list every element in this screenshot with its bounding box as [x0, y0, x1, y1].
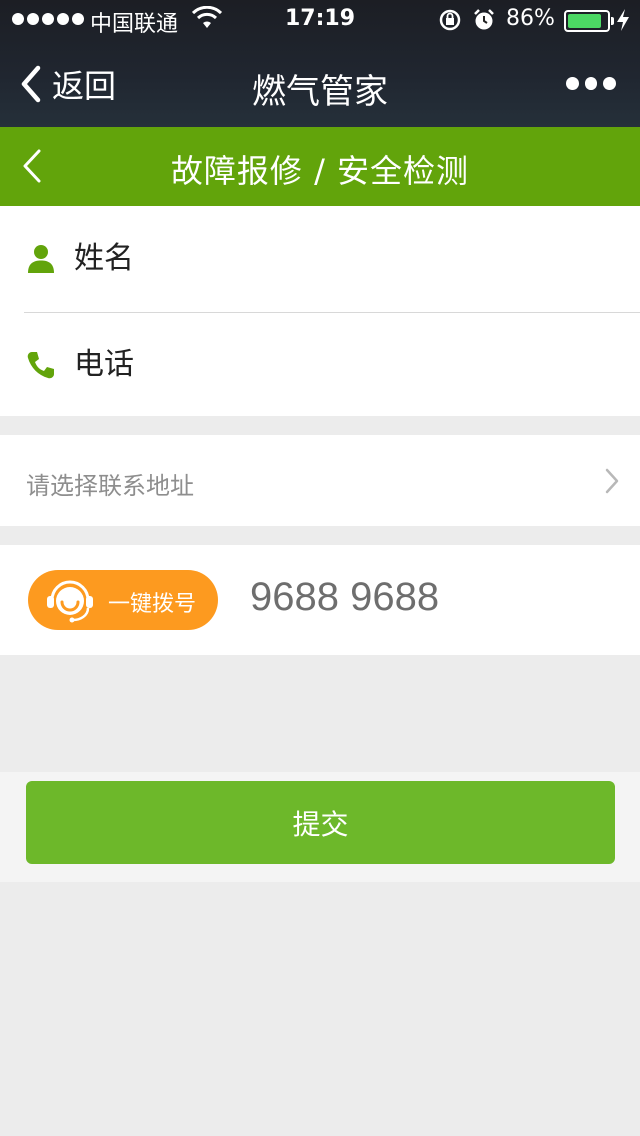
hotline-card: 一键拨号 9688 9688: [0, 545, 640, 655]
address-placeholder: 请选择联系地址: [26, 472, 194, 500]
one-tap-call-button[interactable]: 一键拨号: [28, 570, 218, 630]
name-input[interactable]: [74, 228, 614, 289]
chevron-right-icon: [605, 468, 619, 494]
app-title: 燃气管家: [252, 72, 388, 112]
top-bar: 中国联通 17:19 86% 返回 燃气管家: [0, 0, 640, 127]
charging-bolt-icon: [617, 9, 629, 31]
phone-icon: [27, 351, 54, 378]
customer-service-icon: [47, 580, 93, 623]
page-title: 故障报修 / 安全检测: [170, 152, 470, 190]
submit-area: 提交: [0, 772, 640, 882]
ellipsis-icon: [566, 76, 579, 90]
phone-row: [0, 312, 640, 417]
status-bar: 中国联通 17:19 86%: [0, 0, 640, 40]
wechat-nav-bar: 返回 燃气管家: [0, 40, 640, 127]
phone-input[interactable]: [74, 334, 614, 395]
hotline-number: 9688 9688: [250, 575, 440, 619]
name-row: [0, 206, 640, 311]
alarm-icon: [474, 9, 494, 30]
battery-icon: [564, 10, 614, 32]
address-selector[interactable]: 请选择联系地址: [0, 435, 640, 526]
contact-form: [0, 206, 640, 416]
rotation-lock-icon: [439, 9, 461, 31]
more-button[interactable]: [566, 74, 617, 92]
battery-percent: 86%: [506, 6, 555, 31]
page-header: 故障报修 / 安全检测: [0, 127, 640, 206]
call-button-label: 一键拨号: [108, 592, 197, 617]
person-icon: [28, 244, 54, 273]
submit-button[interactable]: 提交: [26, 781, 615, 864]
